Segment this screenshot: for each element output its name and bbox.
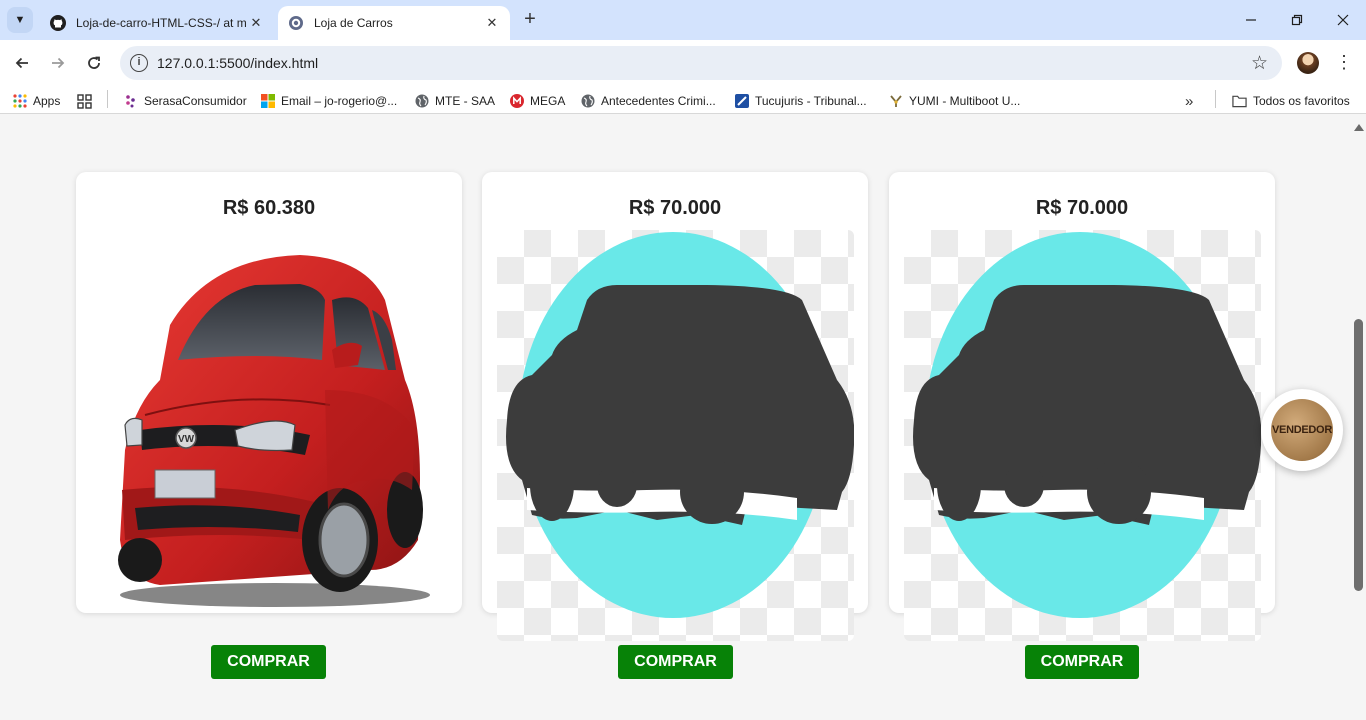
back-arrow-icon[interactable] [8, 49, 36, 77]
bookmark-email[interactable]: Email – jo-rogerio@... [260, 92, 397, 110]
buy-button[interactable]: COMPRAR [211, 645, 326, 679]
bookmark-mega[interactable]: MEGA [509, 92, 565, 110]
window-close-icon[interactable] [1320, 0, 1366, 40]
bookmark-tucujuris[interactable]: Tucujuris - Tribunal... [734, 92, 867, 110]
browser-toolbar: i 127.0.0.1:5500/index.html ☆ ⋮ [0, 40, 1366, 86]
tab-groups-button[interactable] [77, 92, 98, 110]
tab-strip: ▼ Loja-de-carro-HTML-CSS-/ at m ✕ Loja d… [0, 0, 1366, 40]
seller-floating-button[interactable]: VENDEDOR [1261, 389, 1343, 471]
globe-icon [580, 94, 595, 109]
product-price: R$ 60.380 [222, 197, 316, 219]
bookmark-yumi[interactable]: YUMI - Multiboot U... [888, 92, 1020, 110]
more-menu-icon[interactable]: ⋮ [1334, 52, 1354, 74]
profile-avatar[interactable] [1297, 52, 1319, 74]
bookmark-label: Apps [33, 94, 61, 108]
bookmark-label: Antecedentes Crimi... [601, 94, 716, 108]
bookmark-label: Email – jo-rogerio@... [281, 94, 398, 108]
seller-badge: VENDEDOR [1271, 399, 1333, 461]
new-tab-button[interactable]: + [518, 8, 542, 32]
forward-arrow-icon[interactable] [44, 49, 72, 77]
all-bookmarks-folder[interactable]: Todos os favoritos [1232, 92, 1350, 110]
minimize-icon[interactable] [1228, 0, 1274, 40]
bookmark-label: Tucujuris - Tribunal... [755, 94, 867, 108]
github-icon [50, 15, 66, 31]
folder-icon [1232, 94, 1247, 109]
bookmark-star-icon[interactable]: ☆ [1251, 52, 1268, 75]
tab-title: Loja de Carros [314, 16, 393, 30]
car-silhouette-placeholder-image [497, 230, 854, 641]
bookmark-label: SerasaConsumidor [144, 94, 247, 108]
close-tab-icon[interactable]: ✕ [248, 15, 264, 31]
serasa-icon [123, 94, 138, 109]
bookmark-label: MTE - SAA [435, 94, 496, 108]
tab-title: Loja-de-carro-HTML-CSS-/ at m [76, 16, 247, 30]
tab-search-menu-button[interactable]: ▼ [7, 7, 33, 33]
product-price: R$ 70.000 [1035, 197, 1129, 219]
more-bookmarks-chevron-icon[interactable]: » [1185, 92, 1193, 110]
restore-icon[interactable] [1274, 0, 1320, 40]
scrollbar-thumb[interactable] [1354, 319, 1363, 591]
svg-text:VW: VW [178, 434, 195, 445]
reload-icon[interactable] [80, 49, 108, 77]
bookmark-divider [107, 90, 108, 108]
microsoft-icon [260, 94, 275, 109]
yumi-icon [888, 94, 903, 109]
site-info-icon[interactable]: i [130, 54, 148, 72]
car-silhouette-placeholder-image [904, 230, 1261, 641]
site-globe-icon [288, 15, 304, 31]
red-hatchback-car-image: VW [100, 240, 440, 612]
buy-button[interactable]: COMPRAR [1025, 645, 1139, 679]
mega-icon [509, 94, 524, 109]
chevron-down-icon: ▼ [14, 14, 26, 26]
scroll-up-arrow-icon[interactable] [1354, 124, 1364, 131]
bookmark-antecedentes[interactable]: Antecedentes Crimi... [580, 92, 716, 110]
close-tab-icon[interactable]: ✕ [484, 15, 500, 31]
buy-button[interactable]: COMPRAR [618, 645, 733, 679]
tab-loja-de-carros[interactable]: Loja de Carros ✕ [278, 6, 510, 40]
bookmark-label: MEGA [530, 94, 566, 108]
tab-github[interactable]: Loja-de-carro-HTML-CSS-/ at m ✕ [40, 6, 274, 40]
bookmarks-bar: Apps SerasaConsumidor Email – jo-rogerio… [0, 86, 1366, 114]
bookmark-apps[interactable]: Apps [12, 92, 60, 110]
tucujuris-icon [734, 94, 749, 109]
bookmark-label: Todos os favoritos [1253, 94, 1350, 108]
bookmark-divider [1215, 90, 1216, 108]
bookmark-label: YUMI - Multiboot U... [909, 94, 1021, 108]
globe-icon [414, 94, 429, 109]
product-price: R$ 70.000 [628, 197, 722, 219]
bookmark-mte[interactable]: MTE - SAA [414, 92, 495, 110]
address-bar[interactable]: i 127.0.0.1:5500/index.html ☆ [120, 46, 1282, 80]
grid-icon [77, 93, 92, 109]
apps-grid-icon [12, 94, 27, 109]
bookmark-serasa[interactable]: SerasaConsumidor [123, 92, 247, 110]
url-text: 127.0.0.1:5500/index.html [157, 55, 319, 71]
